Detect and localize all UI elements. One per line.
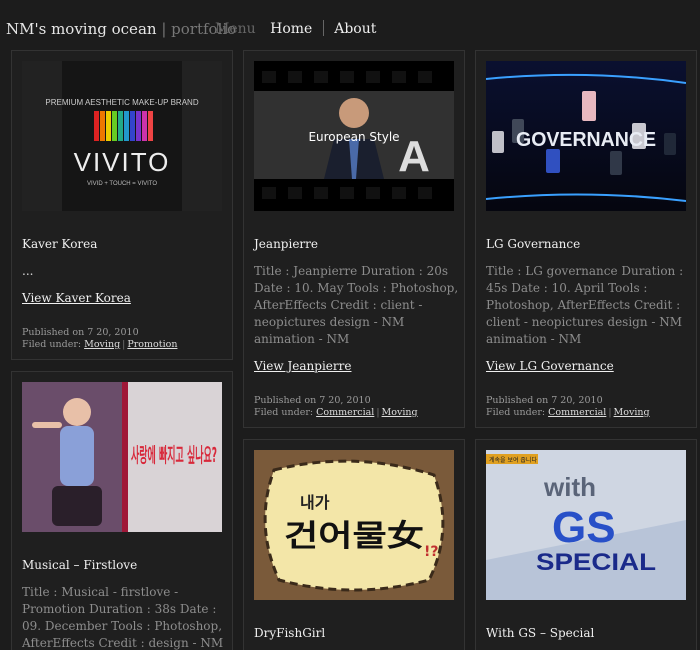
site-brand[interactable]: NM's moving ocean | portfolio [6, 20, 236, 38]
post-title[interactable]: Musical – Firstlove [22, 558, 137, 572]
thumb-top-text: PREMIUM AESTHETIC MAKE-UP BRAND [45, 98, 198, 107]
vivito-thumbnail-art: PREMIUM AESTHETIC MAKE-UP BRAND VIVITO V… [22, 61, 222, 211]
post-meta: Published on 7 20, 2010 Filed under: Com… [254, 395, 418, 418]
category-link-commercial[interactable]: Commercial [316, 407, 374, 418]
thumb-korean-small: 내가 [300, 493, 330, 512]
published-date: Published on 7 20, 2010 [486, 395, 603, 406]
post-excerpt: Title : LG governance Duration : 45s Dat… [486, 264, 684, 346]
post-title[interactable]: LG Governance [486, 237, 580, 251]
category-link-moving[interactable]: Moving [84, 339, 120, 350]
filed-under-label: Filed under: [486, 407, 546, 418]
post-thumbnail[interactable]: 내가 건어물女 !? [254, 450, 454, 600]
site-name[interactable]: NM's moving ocean [6, 20, 157, 38]
dryfish-thumbnail-art: 내가 건어물女 !? [254, 450, 454, 600]
gs-thumbnail-art: 계속을 보여 줍니다 with GS SPECIAL [486, 450, 686, 600]
jeanpierre-thumbnail-art: A European Style [254, 61, 454, 211]
thumb-gs-text: GS [552, 503, 616, 552]
view-post-link[interactable]: View Jeanpierre [254, 359, 351, 373]
post-thumbnail[interactable]: A European Style [254, 61, 454, 211]
post-meta: Published on 7 20, 2010 Filed under: Com… [486, 395, 650, 418]
post-excerpt: ... [22, 264, 34, 278]
post-title[interactable]: Kaver Korea [22, 237, 97, 251]
nav-divider [322, 20, 324, 36]
thumb-korean-big: 건어물女 [284, 519, 424, 554]
filed-under-label: Filed under: [254, 407, 314, 418]
menu-label: Menu [215, 21, 256, 37]
category-link-promotion[interactable]: Promotion [127, 339, 177, 350]
post-excerpt: Title : Musical - firstlove - Promotion … [22, 585, 224, 650]
thumb-letter: A [398, 132, 430, 181]
musical-thumbnail-art: 사랑에 빠지고 싶나요? [22, 382, 222, 532]
post-title[interactable]: With GS – Special [486, 626, 594, 640]
thumb-title-text: GOVERNANCE [516, 129, 656, 151]
filed-under-label: Filed under: [22, 339, 82, 350]
post-card-lg-governance: GOVERNANCE LG Governance Title : LG gove… [475, 50, 697, 428]
view-post-link[interactable]: View LG Governance [486, 359, 614, 373]
main-nav: Menu Home About [215, 20, 376, 37]
view-post-link[interactable]: View Kaver Korea [22, 291, 131, 305]
thumb-with-text: with [543, 472, 596, 502]
lg-thumbnail-art: GOVERNANCE [486, 61, 686, 211]
category-link-commercial[interactable]: Commercial [548, 407, 606, 418]
post-card-jeanpierre: A European Style Jeanpierre Title : Jean… [243, 50, 465, 428]
post-card-with-gs-special: 계속을 보여 줍니다 with GS SPECIAL With GS – Spe… [475, 439, 697, 650]
post-meta: Published on 7 20, 2010 Filed under: Mov… [22, 327, 178, 350]
post-thumbnail[interactable]: 계속을 보여 줍니다 with GS SPECIAL [486, 450, 686, 600]
top-bar: NM's moving ocean | portfolio Menu Home … [0, 0, 700, 56]
post-title[interactable]: Jeanpierre [254, 237, 318, 251]
published-date: Published on 7 20, 2010 [254, 395, 371, 406]
nav-about[interactable]: About [334, 21, 376, 37]
thumb-special-text: SPECIAL [536, 549, 656, 576]
post-thumbnail[interactable]: GOVERNANCE [486, 61, 686, 211]
post-title[interactable]: DryFishGirl [254, 626, 325, 640]
thumb-tag-text: VIVID + TOUCH = VIVITO [87, 181, 157, 187]
published-date: Published on 7 20, 2010 [22, 327, 139, 338]
thumb-marks: !? [424, 544, 439, 560]
nav-home[interactable]: Home [270, 21, 312, 37]
thumb-korean-text: 사랑에 빠지고 싶나요? [131, 443, 217, 467]
category-link-moving[interactable]: Moving [614, 407, 650, 418]
thumb-top-label: 계속을 보여 줍니다 [489, 456, 537, 464]
post-card-kaver-korea: PREMIUM AESTHETIC MAKE-UP BRAND VIVITO V… [11, 50, 233, 360]
post-thumbnail[interactable]: PREMIUM AESTHETIC MAKE-UP BRAND VIVITO V… [22, 61, 222, 211]
thumb-brand-text: VIVITO [74, 147, 171, 177]
post-card-dryfishgirl: 내가 건어물女 !? DryFishGirl [243, 439, 465, 650]
thumb-caption: European Style [308, 130, 399, 144]
post-thumbnail[interactable]: 사랑에 빠지고 싶나요? [22, 382, 222, 532]
post-card-musical-firstlove: 사랑에 빠지고 싶나요? Musical – Firstlove Title :… [11, 371, 233, 650]
category-link-moving[interactable]: Moving [382, 407, 418, 418]
post-excerpt: Title : Jeanpierre Duration : 20s Date :… [254, 264, 459, 346]
